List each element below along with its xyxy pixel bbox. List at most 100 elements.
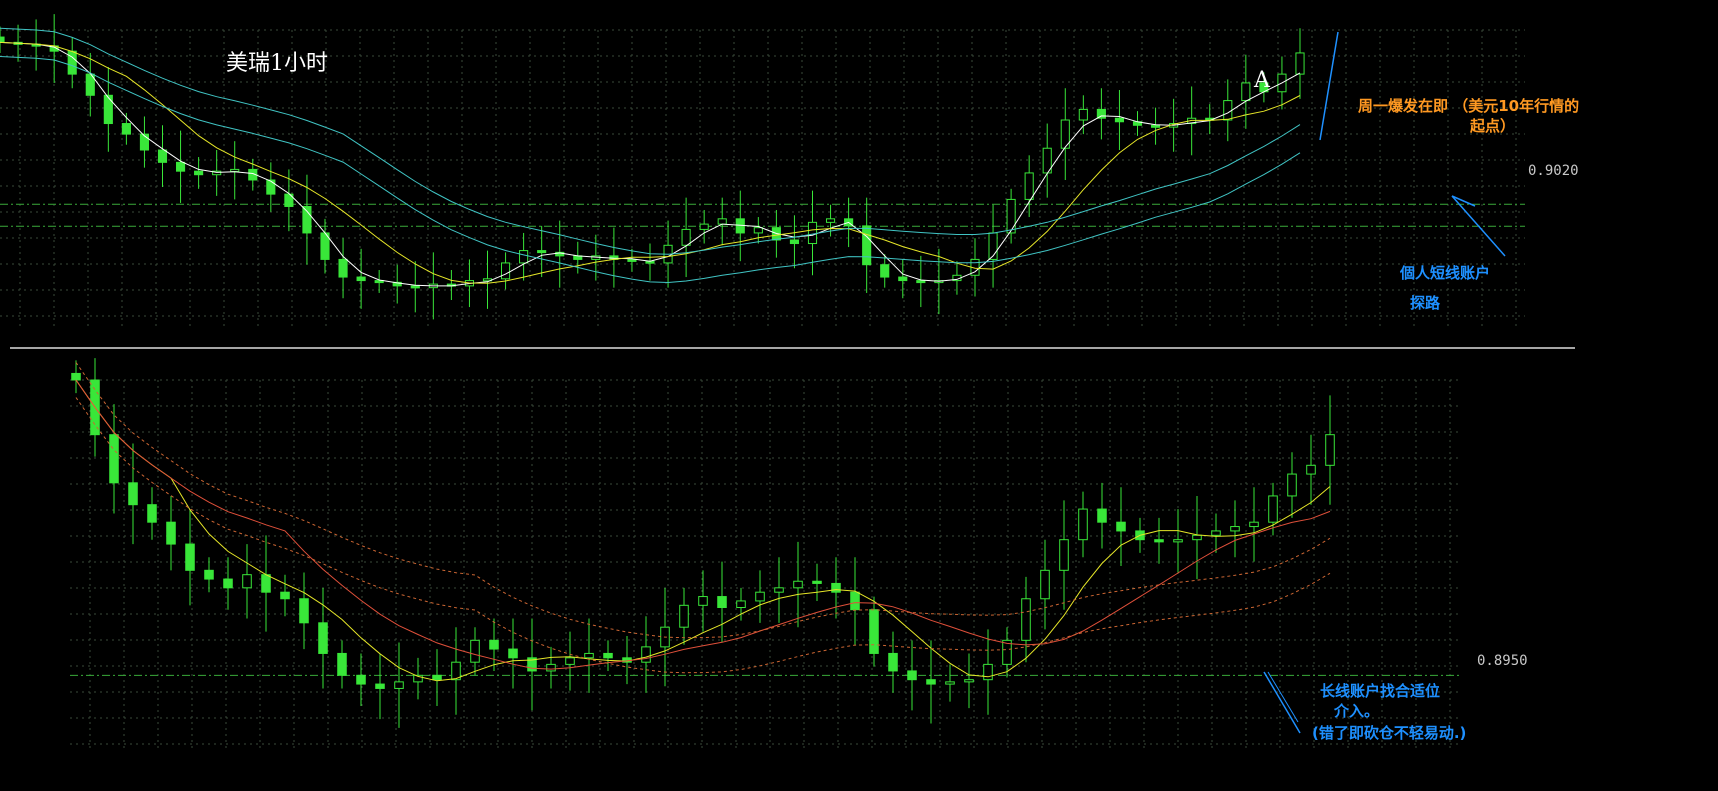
candle-body [888, 652, 898, 672]
candle-body [793, 580, 803, 589]
breakout-arrow-line [1319, 31, 1339, 141]
chart-svg [0, 14, 1575, 748]
annotation-probe: 探路 [1410, 294, 1441, 312]
candle-body [880, 264, 890, 278]
candle-body [318, 622, 328, 654]
long-arrow-line [1263, 671, 1301, 734]
candle-body [717, 218, 727, 225]
candle-body [898, 276, 908, 282]
candle-body [926, 679, 936, 685]
candle-body [1241, 82, 1251, 102]
candle-body [489, 639, 499, 650]
candle-body [698, 596, 708, 606]
candle-body [964, 679, 974, 683]
candle-body [1040, 569, 1050, 600]
candle-body [1021, 598, 1031, 641]
candle-body [242, 574, 252, 589]
candle-body [230, 168, 240, 172]
candle-body [109, 434, 119, 484]
candle-body [1211, 530, 1221, 536]
candle-body [121, 123, 131, 135]
candle-body [302, 205, 312, 234]
price-label-bottom: 0.8950 [1477, 653, 1528, 669]
candle-body [807, 221, 818, 245]
candle-body [627, 258, 637, 262]
candle-body [945, 681, 955, 685]
chart-title: 美瑞1小时 [226, 51, 328, 76]
candle-body [1097, 508, 1107, 523]
candle-body [1059, 539, 1069, 571]
candle-body [537, 250, 547, 254]
candle-body [825, 218, 836, 223]
candle-body [699, 223, 709, 230]
candle-body [1114, 117, 1125, 123]
candle-body [1154, 539, 1164, 543]
candle-body [67, 50, 77, 75]
candle-body [356, 276, 366, 282]
candle-body [71, 372, 81, 381]
candle-body [681, 228, 691, 246]
moving-average-line [0, 27, 1301, 255]
candle-body [223, 578, 233, 589]
candle-body [869, 609, 879, 654]
candle-body [983, 663, 993, 681]
candle-body [916, 280, 926, 284]
candle-body [375, 683, 385, 689]
candle-body [394, 681, 404, 689]
candle-body [410, 285, 420, 289]
candle-body [103, 94, 113, 125]
candle-body [1325, 434, 1335, 466]
annotation-monday-breakout: 周一爆发在即 （美元10年行情的 [1358, 97, 1580, 115]
annotation-starting-point: 起点） [1470, 117, 1516, 135]
candle-body [280, 591, 290, 600]
candle-body [850, 591, 860, 611]
candle-body [1223, 100, 1233, 121]
candle-body [1295, 52, 1305, 75]
candle-body [175, 161, 186, 172]
candle-body [831, 582, 841, 593]
price-label-top: 0.9020 [1528, 163, 1579, 179]
candle-body [584, 652, 594, 659]
candle-body [432, 674, 442, 681]
candle-body [774, 587, 784, 593]
annotation-enter: 介入。 [1334, 702, 1380, 720]
annotation-short-account: 個人短线账户 [1400, 264, 1491, 282]
candle-body [1249, 521, 1259, 528]
candle-body [204, 569, 214, 580]
candle-body [194, 170, 204, 176]
annotation-stop-note: (错了即砍仓不轻易动.) [1312, 724, 1467, 742]
candle-body [470, 639, 480, 663]
candle-body [755, 591, 765, 602]
candle-body [753, 227, 763, 234]
candle-body [1287, 473, 1297, 497]
candle-body [519, 250, 529, 264]
candle-body [1192, 534, 1202, 541]
candle-body [166, 521, 176, 545]
candle-body [679, 604, 689, 628]
candle-body [1116, 521, 1126, 532]
marker-a-label: A [1254, 68, 1270, 93]
candle-body [356, 674, 366, 685]
candle-body [603, 652, 613, 659]
candle-body [500, 262, 511, 280]
candle-body [789, 239, 800, 245]
candle-body [266, 179, 276, 195]
candle-body [147, 504, 157, 523]
candle-body [565, 657, 575, 665]
candle-body [907, 670, 917, 681]
candle-body [1078, 508, 1088, 541]
candle-body [128, 482, 138, 506]
candle-body [299, 598, 309, 624]
candle-body [157, 149, 168, 163]
candle-body [641, 646, 651, 663]
candle-body [862, 225, 872, 266]
candle-body [546, 663, 556, 672]
candle-body [1173, 539, 1183, 543]
candle-body [508, 648, 518, 659]
candle-body [0, 36, 5, 43]
candle-body [1150, 124, 1161, 128]
annotation-long-account: 长线账户找合适位 [1320, 682, 1441, 700]
candle-body [812, 580, 822, 584]
candle-body [338, 258, 348, 278]
candle-body [337, 652, 347, 676]
